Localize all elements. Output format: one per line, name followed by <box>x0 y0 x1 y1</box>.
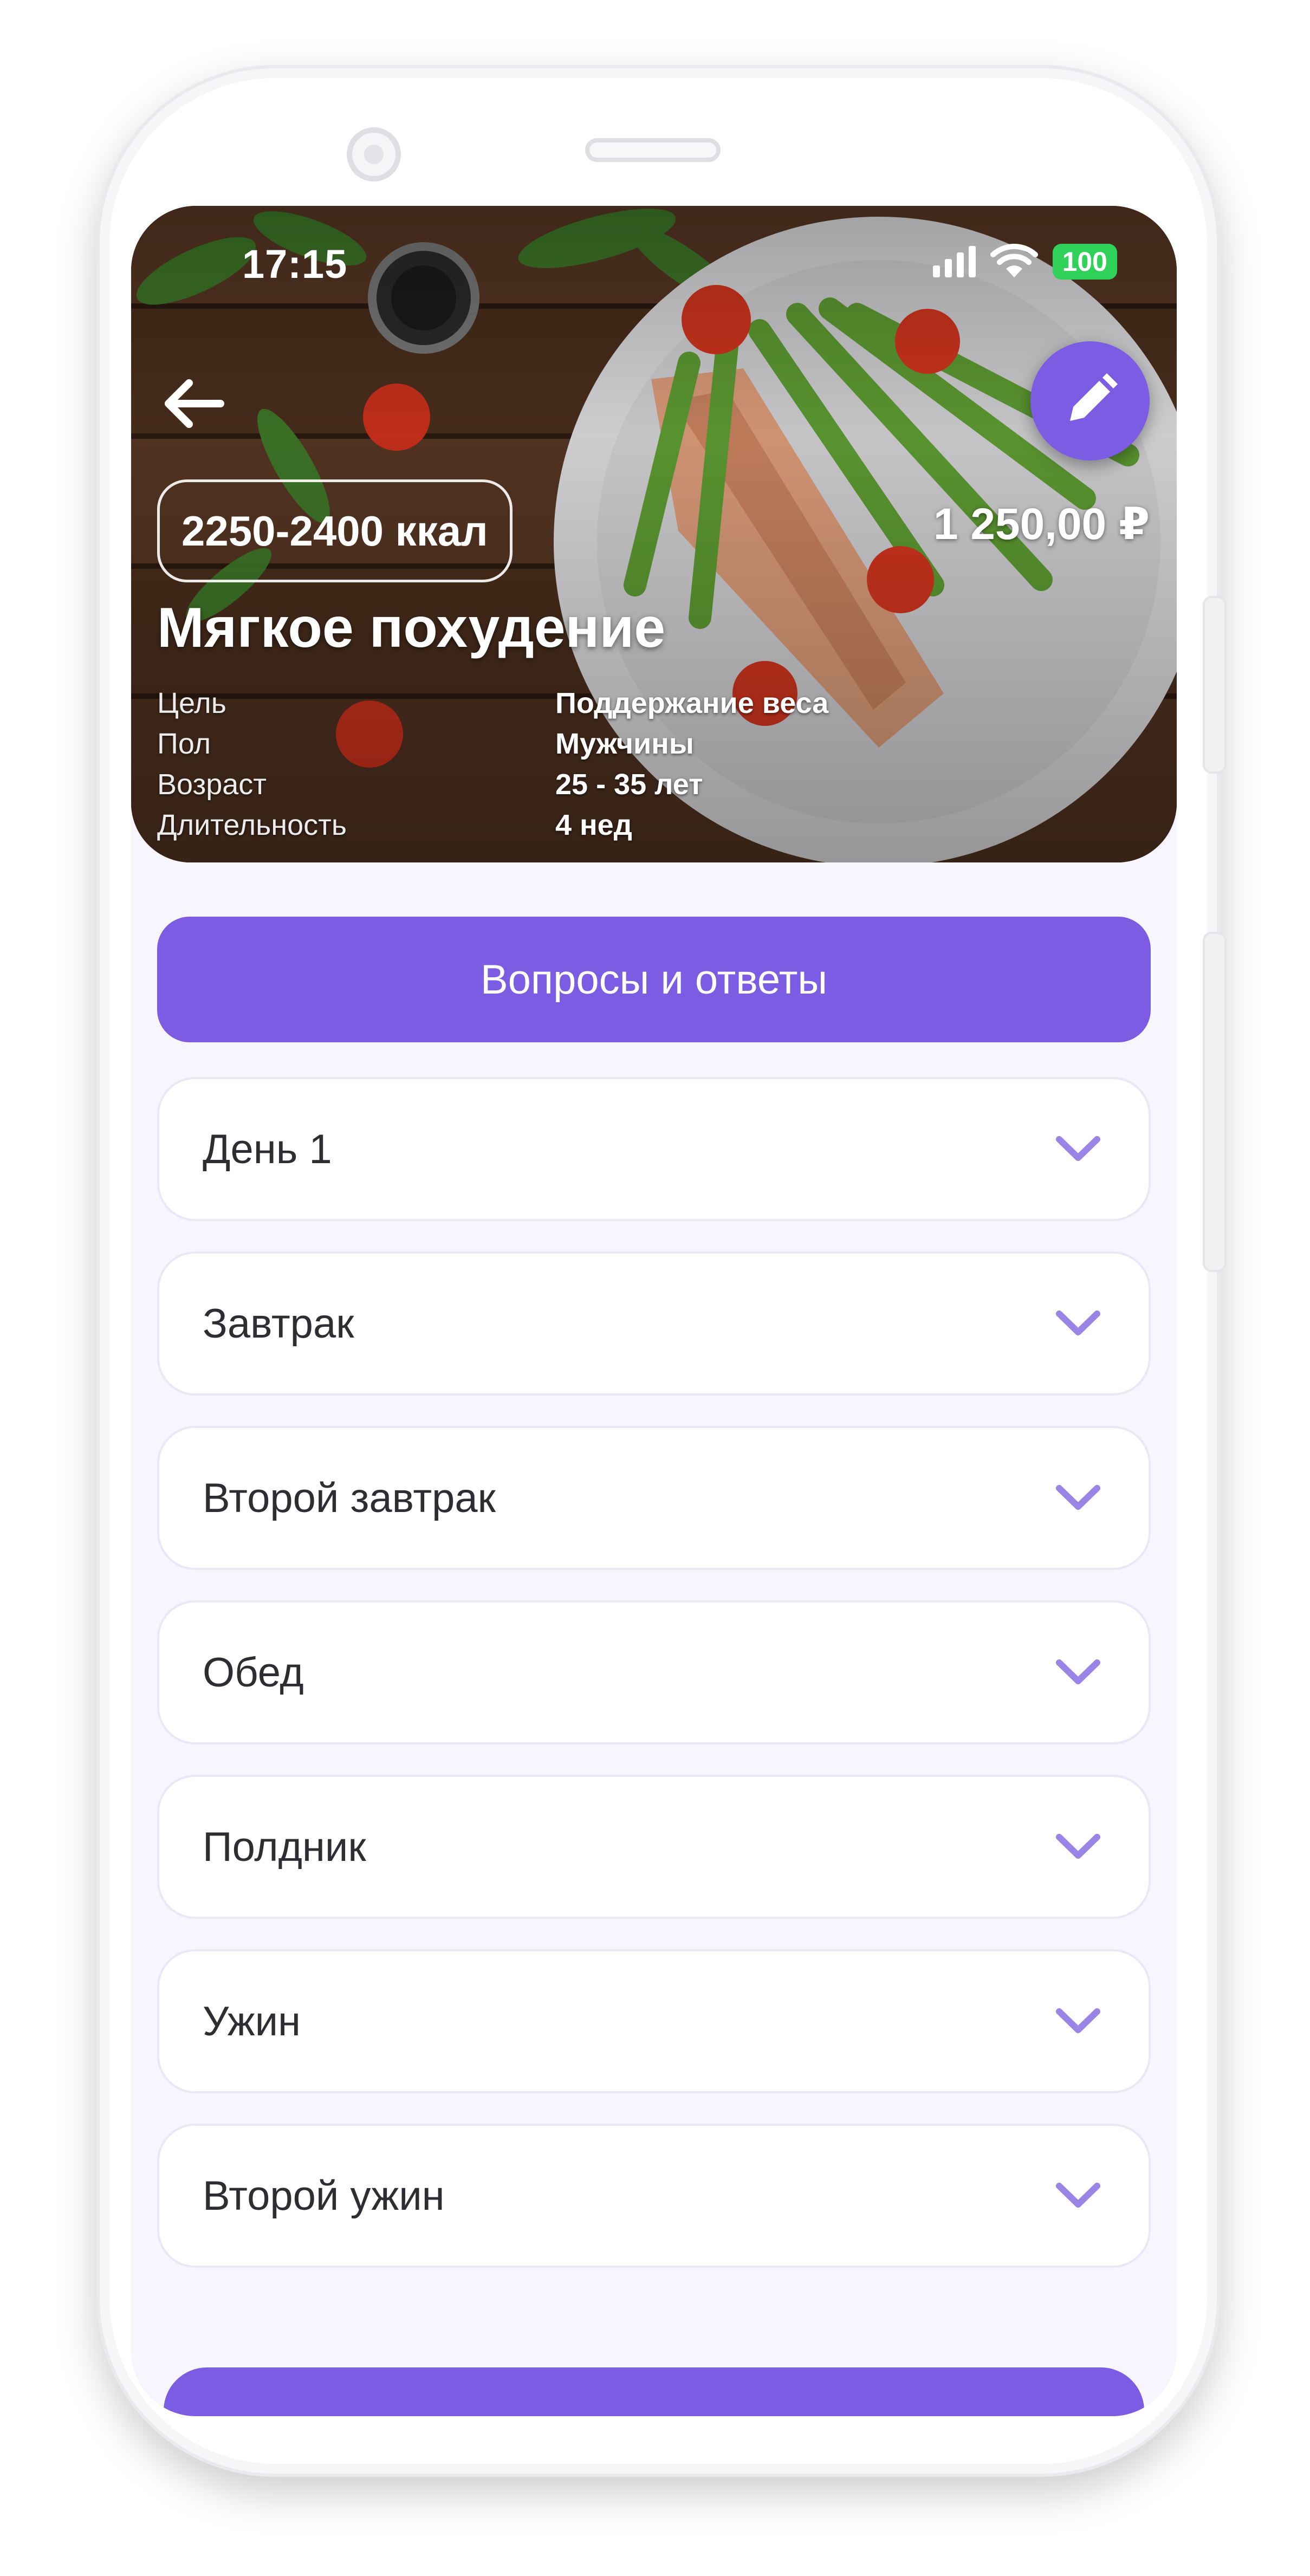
detail-value: Мужчины <box>555 727 694 760</box>
pencil-icon <box>1070 373 1118 421</box>
plan-price: 1 250,00 ₽ <box>933 499 1150 549</box>
accordion-label: Ужин <box>203 1998 301 2045</box>
wifi-icon <box>990 244 1038 277</box>
chevron-down-icon <box>1051 1828 1105 1866</box>
accordion-label: Второй завтрак <box>203 1475 496 1521</box>
plan-hero: 17:15 100 2250-2400 ккал 1 250,00 ₽ Мягк… <box>131 206 1177 862</box>
detail-label: Пол <box>157 727 211 760</box>
accordion-second-dinner[interactable]: Второй ужин <box>157 2124 1151 2268</box>
chevron-down-icon <box>1051 2002 1105 2040</box>
detail-row-duration: Длительность 4 нед <box>157 804 916 845</box>
phone-side-button <box>1203 596 1227 774</box>
plan-title: Мягкое похудение <box>157 596 666 659</box>
accordion-label: День 1 <box>203 1126 332 1172</box>
accordion-lunch[interactable]: Обед <box>157 1600 1151 1744</box>
front-camera <box>347 127 401 181</box>
arrow-left-icon <box>165 379 224 428</box>
detail-label: Длительность <box>157 808 347 841</box>
bottom-action-button[interactable] <box>164 2367 1144 2416</box>
accordion-dinner[interactable]: Ужин <box>157 1949 1151 2093</box>
accordion-day-1[interactable]: День 1 <box>157 1077 1151 1221</box>
detail-row-gender: Пол Мужчины <box>157 723 916 764</box>
cellular-signal-icon <box>932 246 976 277</box>
chevron-down-icon <box>1051 1479 1105 1517</box>
accordion-breakfast[interactable]: Завтрак <box>157 1251 1151 1396</box>
app-screen: 17:15 100 2250-2400 ккал 1 250,00 ₽ Мягк… <box>131 206 1177 2416</box>
chevron-down-icon <box>1051 1130 1105 1168</box>
phone-side-button <box>1203 932 1227 1272</box>
detail-value: 4 нед <box>555 808 632 841</box>
battery-icon: 100 <box>1052 244 1117 280</box>
detail-row-goal: Цель Поддержание веса <box>157 683 916 723</box>
plan-details: Цель Поддержание веса Пол Мужчины Возрас… <box>157 683 916 845</box>
status-time: 17:15 <box>242 242 348 287</box>
faq-button[interactable]: Вопросы и ответы <box>157 917 1151 1042</box>
detail-value: Поддержание веса <box>555 686 829 719</box>
detail-label: Цель <box>157 686 226 719</box>
chevron-down-icon <box>1051 1305 1105 1342</box>
chevron-down-icon <box>1051 1653 1105 1691</box>
chevron-down-icon <box>1051 2177 1105 2215</box>
back-button[interactable] <box>153 363 234 444</box>
edit-button[interactable] <box>1030 341 1150 460</box>
accordion-label: Обед <box>203 1649 304 1696</box>
detail-row-age: Возраст 25 - 35 лет <box>157 764 916 804</box>
detail-label: Возраст <box>157 768 267 801</box>
accordion-label: Завтрак <box>203 1300 354 1347</box>
accordion-label: Полдник <box>203 1824 366 1870</box>
accordion-afternoon-snack[interactable]: Полдник <box>157 1775 1151 1919</box>
accordion-second-breakfast[interactable]: Второй завтрак <box>157 1426 1151 1570</box>
earpiece-speaker <box>585 138 721 162</box>
accordion-label: Второй ужин <box>203 2172 445 2219</box>
calories-badge: 2250-2400 ккал <box>157 479 513 582</box>
detail-value: 25 - 35 лет <box>555 768 703 801</box>
status-icons: 100 <box>932 244 1117 280</box>
